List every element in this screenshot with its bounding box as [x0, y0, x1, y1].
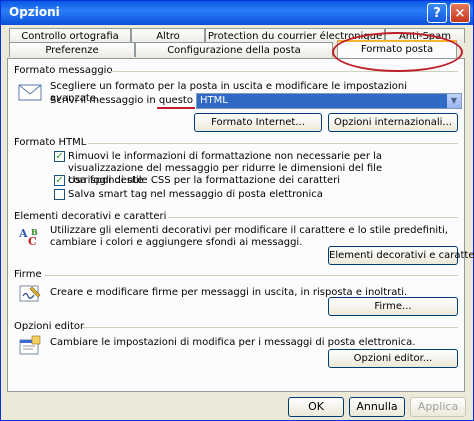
international-options-button[interactable]: Opzioni internazionali...: [328, 113, 458, 132]
tab-configurazione-posta[interactable]: Configurazione della posta: [135, 42, 333, 57]
svg-text:A: A: [18, 227, 28, 240]
tab-altro[interactable]: Altro: [131, 28, 205, 43]
ok-button[interactable]: OK: [288, 397, 344, 417]
internet-format-button[interactable]: Formato Internet...: [194, 113, 322, 132]
envelope-icon: [18, 84, 42, 101]
divider: [44, 275, 458, 276]
editor-options-button[interactable]: Opzioni editor...: [328, 349, 458, 368]
section-label-formato-messaggio: Formato messaggio: [14, 65, 113, 76]
divider: [110, 71, 458, 72]
stationery-fonts-button[interactable]: Elementi decorativi e caratteri...: [328, 246, 474, 265]
compose-format-select[interactable]: HTML ▼: [196, 93, 462, 109]
compose-format-value: HTML: [200, 95, 228, 106]
options-dialog: Opzioni ? × Controllo ortografia Altro P…: [0, 0, 474, 421]
tab-controllo-ortografia[interactable]: Controllo ortografia: [9, 28, 131, 43]
section-label-firme: Firme: [14, 269, 42, 280]
tab-panel-formato-posta: Formato messaggio Scegliere un formato p…: [7, 58, 474, 392]
checkbox-css[interactable]: ✓: [54, 175, 65, 186]
tab-preferenze[interactable]: Preferenze: [9, 42, 135, 57]
divider: [88, 143, 458, 144]
cancel-button[interactable]: Annulla: [349, 397, 405, 417]
close-button[interactable]: ×: [450, 3, 470, 23]
section-label-editor: Opzioni editor: [14, 321, 85, 332]
apply-button[interactable]: Applica: [410, 397, 466, 417]
help-button[interactable]: ?: [427, 3, 447, 23]
checkbox-smart-tag[interactable]: [54, 189, 65, 200]
editor-options-icon: [19, 335, 41, 355]
tab-strip: Controllo ortografia Altro Protection du…: [7, 27, 467, 59]
svg-text:B: B: [31, 227, 38, 237]
section-label-formato-html: Formato HTML: [14, 137, 87, 148]
divider: [168, 217, 458, 218]
fonts-icon: A C B: [18, 227, 38, 247]
option-smart-tag: Salva smart tag nel messaggio di posta e…: [68, 189, 323, 200]
title-bar[interactable]: Opzioni ? ×: [1, 1, 473, 25]
chevron-down-icon[interactable]: ▼: [447, 94, 461, 108]
divider: [82, 327, 458, 328]
annotation-underline: [157, 107, 195, 109]
editor-description: Cambiare le impostazioni di modifica per…: [50, 337, 416, 348]
option-css: Usa fogli di stile CSS per la formattazi…: [68, 175, 341, 186]
section-label-elementi: Elementi decorativi e caratteri: [14, 211, 167, 222]
checkbox-remove-formatting[interactable]: ✓: [54, 151, 65, 162]
window-title: Opzioni: [9, 5, 60, 19]
signature-icon: [19, 285, 41, 302]
tab-formato-posta[interactable]: Formato posta: [337, 40, 457, 58]
signatures-button[interactable]: Firme...: [328, 297, 458, 316]
